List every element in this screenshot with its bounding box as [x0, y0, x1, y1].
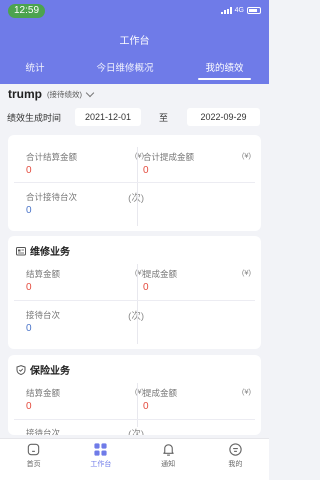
user-name: trump — [8, 87, 42, 101]
insurance-commission-unit: (¥) — [241, 387, 251, 396]
grid-icon — [94, 443, 107, 456]
repair-business-title: 维修业务 — [30, 247, 70, 258]
repair-reception-label: 接待台次 — [26, 310, 61, 320]
header-bar: 12:59 4G 工作台 统计 今日维修概况 我的绩效 — [0, 0, 269, 84]
tab-today-repair-overview[interactable]: 今日维修概况 — [70, 62, 180, 80]
profile-icon — [229, 443, 242, 456]
insurance-reception-label: 接待台次 — [26, 428, 61, 435]
divider — [14, 182, 255, 183]
date-filter-label: 绩效生成时间 — [7, 113, 62, 123]
tab-bar: 统计 今日维修概况 我的绩效 — [0, 62, 269, 80]
commission-total-unit: (¥) — [241, 151, 251, 160]
shield-icon — [16, 364, 26, 375]
nav-home-label: 首页 — [26, 461, 41, 468]
battery-icon — [247, 7, 261, 14]
divider — [137, 186, 138, 226]
bottom-nav: 首页 工作台 通知 我的 — [0, 438, 269, 480]
signal-icon — [220, 7, 232, 14]
repair-commission-value: 0 — [143, 282, 149, 293]
tab-statistics[interactable]: 统计 — [0, 62, 70, 80]
insurance-commission-value: 0 — [143, 401, 149, 412]
commission-total-value: 0 — [143, 165, 149, 176]
repair-reception-value: 0 — [26, 323, 32, 334]
user-selector[interactable]: trump (接待绩效) — [8, 86, 95, 102]
divider — [14, 419, 255, 420]
status-time: 12:59 — [8, 4, 46, 18]
divider — [137, 304, 138, 344]
repair-settle-label: 结算金额 — [26, 269, 61, 279]
tab-my-performance[interactable]: 我的绩效 — [180, 62, 269, 80]
commission-total-label: 合计提成金额 — [143, 152, 195, 162]
insurance-commission-label: 提成金额 — [143, 388, 178, 398]
repair-commission-unit: (¥) — [241, 268, 251, 277]
nav-notifications-label: 通知 — [161, 461, 176, 468]
repair-business-header: 维修业务 — [16, 243, 70, 258]
settle-total-value: 0 — [26, 165, 32, 176]
nav-profile-label: 我的 — [228, 461, 243, 468]
end-date-field[interactable]: 2022-09-29 — [187, 108, 260, 126]
repair-business-card: 维修业务 结算金额 (¥) 0 提成金额 (¥) 0 接待台次 (次) 0 — [8, 236, 261, 349]
home-icon — [27, 443, 40, 456]
bell-icon — [162, 444, 174, 456]
insurance-business-header: 保险业务 — [16, 362, 70, 377]
repair-icon — [16, 246, 26, 255]
nav-workbench[interactable]: 工作台 — [67, 439, 134, 480]
chevron-down-icon — [85, 88, 95, 97]
nav-notifications[interactable]: 通知 — [135, 439, 202, 480]
user-role: (接待绩效) — [47, 89, 82, 99]
start-date-field[interactable]: 2021-12-01 — [75, 108, 141, 126]
summary-card: 合计结算金额 (¥) 0 合计提成金额 (¥) 0 合计接待台次 (次) 0 — [8, 135, 261, 231]
nav-workbench-label: 工作台 — [90, 461, 112, 468]
insurance-business-card: 保险业务 结算金额 (¥) 0 提成金额 (¥) 0 接待台次 (次) — [8, 355, 261, 435]
insurance-reception-unit: (次) — [128, 429, 144, 435]
insurance-business-title: 保险业务 — [30, 366, 70, 377]
nav-home[interactable]: 首页 — [0, 439, 67, 480]
insurance-settle-value: 0 — [26, 401, 32, 412]
page-title: 工作台 — [119, 36, 150, 47]
date-separator: 至 — [159, 113, 169, 123]
settle-total-label: 合计结算金额 — [26, 152, 78, 162]
reception-total-value: 0 — [26, 205, 32, 216]
network-type: 4G — [234, 7, 244, 14]
status-bar: 12:59 4G — [0, 0, 269, 22]
repair-settle-value: 0 — [26, 282, 32, 293]
reception-total-label: 合计接待台次 — [26, 192, 78, 202]
nav-profile[interactable]: 我的 — [202, 439, 269, 480]
divider — [14, 300, 255, 301]
repair-commission-label: 提成金额 — [143, 269, 178, 279]
date-filter: 绩效生成时间 2021-12-01 至 2022-09-29 — [0, 108, 269, 126]
insurance-settle-label: 结算金额 — [26, 388, 61, 398]
system-indicators: 4G — [220, 7, 261, 14]
